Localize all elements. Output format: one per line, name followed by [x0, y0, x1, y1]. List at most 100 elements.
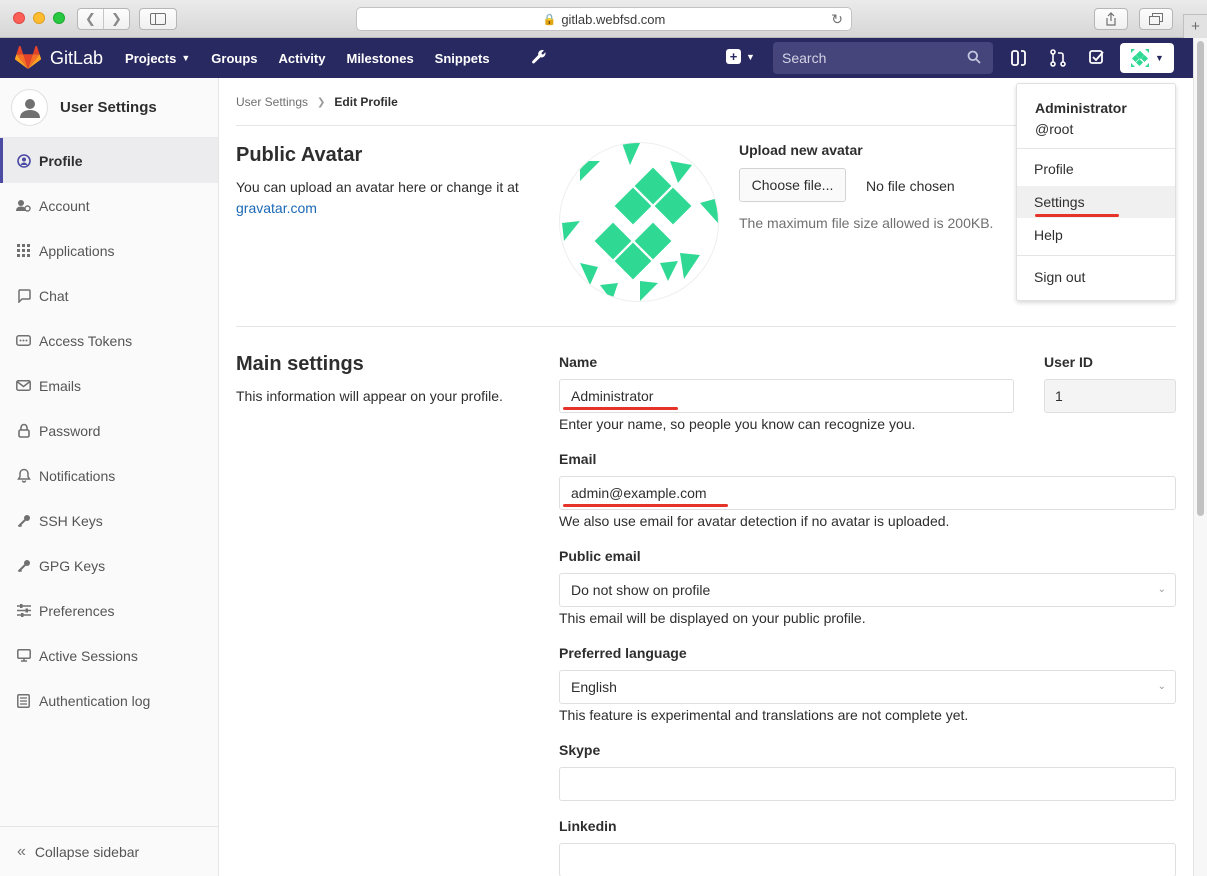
dropdown-item-sign-out[interactable]: Sign out	[1017, 261, 1175, 293]
chevron-down-icon: ⌄	[1157, 584, 1166, 595]
minimize-window-button[interactable]	[33, 12, 45, 24]
sidebar-item-access-tokens[interactable]: Access Tokens	[0, 318, 218, 363]
user-menu-button[interactable]: ▼	[1120, 43, 1174, 73]
preferences-icon	[16, 603, 31, 618]
gitlab-wordmark: GitLab	[50, 47, 104, 68]
gitlab-header: GitLab Projects ▼ Groups Activity Milesto…	[0, 38, 1193, 78]
name-value: Administrator	[571, 388, 654, 404]
choose-file-button[interactable]: Choose file...	[739, 168, 846, 202]
linkedin-field[interactable]	[559, 843, 1176, 876]
public-email-value: Do not show on profile	[571, 582, 711, 598]
gitlab-logo[interactable]: GitLab	[15, 46, 125, 70]
history-nav: ❮ ❯	[77, 8, 130, 30]
nav-snippets[interactable]: Snippets	[435, 51, 490, 66]
sidebar-item-label: Profile	[39, 152, 83, 169]
preferred-language-select[interactable]: English ⌄	[559, 670, 1176, 704]
sidebar-item-chat[interactable]: Chat	[0, 273, 218, 318]
profile-icon	[16, 153, 31, 168]
collapse-sidebar-button[interactable]: « Collapse sidebar	[0, 826, 218, 876]
nav-projects-label: Projects	[125, 50, 177, 66]
todos-icon[interactable]	[1089, 49, 1105, 68]
tabs-overview-button[interactable]	[1139, 8, 1173, 30]
dropdown-user-name: Administrator	[1035, 100, 1127, 116]
sidebar-item-notifications[interactable]: Notifications	[0, 453, 218, 498]
user-dropdown-menu: Administrator @root Profile Settings Hel…	[1016, 83, 1176, 301]
preferred-language-help-text: This feature is experimental and transla…	[559, 707, 969, 723]
sidebar-item-preferences[interactable]: Preferences	[0, 588, 218, 633]
sidebar-item-label: GPG Keys	[39, 557, 106, 574]
collapse-sidebar-label: Collapse sidebar	[34, 843, 140, 860]
sidebar-item-applications[interactable]: Applications	[0, 228, 218, 273]
chevron-right-icon: ❯	[317, 96, 326, 108]
skype-field[interactable]	[559, 767, 1176, 801]
sidebar-item-label: Authentication log	[39, 692, 151, 709]
sidebar-item-label: Preferences	[39, 602, 115, 619]
user-avatar-image	[559, 142, 719, 302]
share-button[interactable]	[1094, 8, 1128, 30]
sidebar-item-label: Chat	[39, 287, 69, 304]
sidebar-item-emails[interactable]: Emails	[0, 363, 218, 408]
chevron-down-icon: ▼	[1155, 53, 1164, 63]
sidebar-item-gpg-keys[interactable]: GPG Keys	[0, 543, 218, 588]
close-window-button[interactable]	[13, 12, 25, 24]
sidebar-item-authentication-log[interactable]: Authentication log	[0, 678, 218, 723]
admin-wrench-icon[interactable]	[531, 49, 546, 68]
scrollbar-thumb[interactable]	[1197, 41, 1204, 516]
zoom-window-button[interactable]	[53, 12, 65, 24]
dropdown-item-profile[interactable]: Profile	[1017, 153, 1175, 185]
sidebar-item-active-sessions[interactable]: Active Sessions	[0, 633, 218, 678]
max-file-size-text: The maximum file size allowed is 200KB.	[739, 215, 994, 231]
sidebar-item-account[interactable]: Account	[0, 183, 218, 228]
sidebar-menu: Profile Account Applications Chat Access…	[0, 138, 218, 723]
sidebar-item-password[interactable]: Password	[0, 408, 218, 453]
upload-avatar-title: Upload new avatar	[739, 142, 863, 158]
sidebar-item-label: Notifications	[39, 467, 116, 484]
share-icon	[1106, 12, 1116, 26]
search-input[interactable]: Search	[773, 42, 993, 74]
tabs-icon	[1149, 13, 1163, 25]
public-avatar-description: You can upload an avatar here or change …	[236, 177, 536, 219]
user-id-field: 1	[1044, 379, 1176, 413]
dropdown-username: @root	[1035, 121, 1074, 137]
sidebar-item-label: Account	[39, 197, 90, 214]
reload-icon[interactable]: ↻	[831, 11, 843, 28]
sidebar-item-profile[interactable]: Profile	[0, 138, 218, 183]
access-tokens-icon	[16, 333, 31, 348]
breadcrumb-current[interactable]: Edit Profile	[334, 95, 397, 109]
plus-icon: +	[726, 49, 741, 64]
sidebar-header[interactable]: User Settings	[0, 78, 218, 138]
issues-icon[interactable]	[1011, 49, 1027, 70]
sidebar-item-label: Emails	[39, 377, 82, 394]
preferred-language-label: Preferred language	[559, 645, 687, 661]
user-id-label: User ID	[1044, 354, 1094, 370]
nav-milestones[interactable]: Milestones	[346, 51, 413, 66]
sidebar-item-label: Password	[39, 422, 101, 439]
forward-icon[interactable]: ❯	[104, 9, 129, 29]
breadcrumb-parent[interactable]: User Settings	[236, 95, 308, 109]
sidebar-item-label: Access Tokens	[39, 332, 133, 349]
tanuki-icon	[15, 46, 41, 69]
bell-icon	[16, 468, 31, 483]
nav-activity[interactable]: Activity	[279, 51, 326, 66]
preferred-language-value: English	[571, 679, 617, 695]
double-chevron-left-icon: «	[17, 842, 26, 860]
annotation-underline	[563, 504, 728, 507]
address-bar[interactable]: 🔒 gitlab.webfsd.com ↻	[356, 7, 852, 31]
divider	[1017, 148, 1175, 149]
merge-requests-icon[interactable]	[1050, 49, 1066, 70]
page-scrollbar[interactable]	[1193, 38, 1207, 876]
new-tab-button[interactable]: +	[1183, 14, 1207, 38]
sidebar-toggle-button[interactable]	[139, 8, 177, 30]
dropdown-item-help[interactable]: Help	[1017, 219, 1175, 251]
back-icon[interactable]: ❮	[78, 9, 104, 29]
linkedin-label: Linkedin	[559, 818, 617, 834]
sidebar-item-label: SSH Keys	[39, 512, 103, 529]
public-email-select[interactable]: Do not show on profile ⌄	[559, 573, 1176, 607]
email-value: admin@example.com	[571, 485, 707, 501]
nav-projects[interactable]: Projects ▼	[125, 51, 190, 66]
email-label: Email	[559, 451, 597, 467]
sidebar-item-ssh-keys[interactable]: SSH Keys	[0, 498, 218, 543]
new-item-button[interactable]: + ▼	[726, 49, 755, 64]
nav-groups[interactable]: Groups	[211, 51, 257, 66]
gravatar-link[interactable]: gravatar.com	[236, 200, 317, 216]
